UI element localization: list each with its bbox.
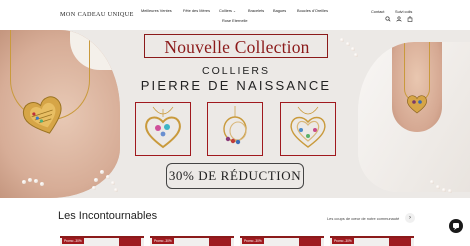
model-photo-right [358, 42, 470, 192]
nav-boucles-doreilles[interactable]: Boucles d'Oreilles [297, 8, 328, 13]
promo-badge: Promo -30% [62, 238, 84, 244]
pearl-decoration [351, 47, 355, 51]
product-card[interactable]: Promo -30% [330, 236, 414, 246]
product-card[interactable]: Promo -30% [240, 236, 324, 246]
suivi-colis-link[interactable]: Suivi colis [395, 9, 412, 14]
pearl-decoration [100, 170, 104, 174]
site-header: MON CADEAU UNIQUE Meilleures Ventes Fête… [0, 0, 470, 30]
section-title: Les Incontournables [58, 210, 158, 222]
chevron-right-icon: › [409, 215, 411, 221]
pearl-decoration [28, 178, 32, 182]
pearl-decoration [22, 180, 26, 184]
hero-banner[interactable]: Nouvelle Collection COLLIERS PIERRE DE N… [0, 30, 470, 198]
heart-pendant-image [406, 94, 428, 114]
pearl-decoration [114, 188, 118, 192]
pearl-decoration [40, 182, 44, 186]
chevron-down-icon: ⌄ [232, 9, 236, 13]
pearl-decoration [436, 185, 440, 189]
product-thumbnail [119, 238, 141, 246]
promo-badge: Promo -30% [242, 238, 264, 244]
nav-fete-des-meres[interactable]: Fête des Mères [183, 8, 210, 13]
product-frame-heart-stones[interactable] [135, 102, 191, 156]
site-logo[interactable]: MON CADEAU UNIQUE [60, 11, 134, 18]
discount-badge: 30% DE RÉDUCTION [166, 163, 304, 189]
product-frame-heart-family[interactable] [280, 102, 336, 156]
promo-badge: Promo -30% [332, 238, 354, 244]
pearl-decoration [340, 38, 344, 42]
collection-title-frame: Nouvelle Collection [144, 34, 328, 58]
nav-label: Rose Eternelle [222, 18, 248, 23]
chat-icon [453, 223, 459, 230]
promo-badge: Promo -30% [152, 238, 174, 244]
product-card[interactable]: Promo -30% [150, 236, 234, 246]
pearl-decoration [94, 178, 98, 182]
banner-subtitle-colliers: COLLIERS [202, 65, 270, 77]
pearl-decoration [354, 53, 358, 57]
pearl-decoration [448, 189, 452, 193]
nav-bracelets[interactable]: Bracelets [248, 8, 264, 13]
product-frame-rings[interactable] [207, 102, 263, 156]
pearl-decoration [111, 181, 115, 185]
nav-label: Bracelets [248, 8, 265, 13]
pearl-decoration [92, 186, 96, 190]
banner-subtitle-pierre: PIERRE DE NAISSANCE [140, 78, 332, 93]
pearl-decoration [106, 175, 110, 179]
nav-meilleures-ventes[interactable]: Meilleures Ventes [141, 8, 172, 13]
nav-label: Boucles d'Oreilles [297, 8, 329, 13]
pearl-decoration [430, 180, 434, 184]
product-thumbnail [209, 238, 231, 246]
community-link[interactable]: Les coups de cœur de notre communauté [327, 216, 399, 221]
carousel-next-button[interactable]: › [405, 213, 415, 223]
nav-label: Fête des Mères [183, 8, 211, 13]
pearl-decoration [346, 42, 350, 46]
pearl-decoration [34, 179, 38, 183]
pearl-decoration [442, 188, 446, 192]
nav-colliers[interactable]: Colliers⌄ [219, 8, 236, 13]
cart-icon[interactable] [407, 16, 413, 22]
product-thumbnail [389, 238, 411, 246]
nav-label: Bagues [273, 8, 287, 13]
contact-link[interactable]: Contact [371, 9, 384, 14]
nav-bagues[interactable]: Bagues [273, 8, 286, 13]
nav-label: Meilleures Ventes [141, 8, 172, 13]
search-icon[interactable] [385, 16, 391, 22]
banner-title: Nouvelle Collection [164, 37, 310, 57]
product-card[interactable]: Promo -30% [60, 236, 144, 246]
nav-rose-eternelle[interactable]: Rose Eternelle [222, 18, 248, 23]
nav-label: Colliers [219, 8, 232, 13]
account-icon[interactable] [396, 16, 402, 22]
product-thumbnail [299, 238, 321, 246]
chat-button[interactable] [449, 219, 463, 233]
